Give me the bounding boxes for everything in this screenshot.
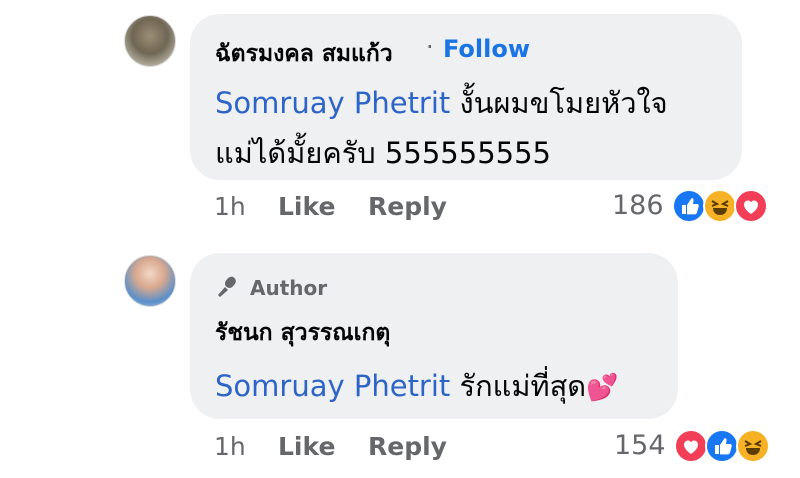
like-button[interactable]: Like <box>278 192 335 221</box>
reaction-count[interactable]: 186 <box>612 190 664 221</box>
mention-link[interactable]: Somruay Phetrit <box>215 86 450 120</box>
author-badge: Author <box>250 276 328 300</box>
comment-text: รักแม่ที่สุด <box>459 369 587 403</box>
commenter-avatar[interactable] <box>124 15 176 67</box>
love-icon[interactable] <box>734 189 768 223</box>
reply-button[interactable]: Reply <box>368 432 447 461</box>
love-icon[interactable] <box>674 429 708 463</box>
haha-icon[interactable] <box>703 189 737 223</box>
timestamp[interactable]: 1h <box>214 192 246 221</box>
mention-link[interactable]: Somruay Phetrit <box>215 369 450 403</box>
like-button[interactable]: Like <box>278 432 335 461</box>
microphone-icon <box>214 274 240 304</box>
reaction-count[interactable]: 154 <box>614 430 666 461</box>
commenter-name[interactable]: รัชนก สุวรรณเกตุ <box>215 315 390 351</box>
like-icon[interactable] <box>672 189 706 223</box>
commenter-avatar[interactable] <box>124 255 176 307</box>
comment-text: งั้นผมขโมยหัวใจ <box>459 86 668 120</box>
comment-text-line-1: Somruay Phetrit รักแม่ที่สุด💕 <box>215 363 618 409</box>
two-hearts-emoji: 💕 <box>586 373 619 403</box>
follow-button[interactable]: Follow <box>443 35 530 63</box>
comment-text-line-1: Somruay Phetrit งั้นผมขโมยหัวใจ <box>215 80 668 126</box>
commenter-name[interactable]: ฉัตรมงคล สมแก้ว <box>215 36 393 72</box>
separator-dot: · <box>426 33 434 61</box>
like-icon[interactable] <box>705 429 739 463</box>
reply-button[interactable]: Reply <box>368 192 447 221</box>
timestamp[interactable]: 1h <box>214 432 246 461</box>
comment-text-line-2: แม่ได้มั้ยครับ 555555555 <box>215 136 551 170</box>
haha-icon[interactable] <box>736 429 770 463</box>
